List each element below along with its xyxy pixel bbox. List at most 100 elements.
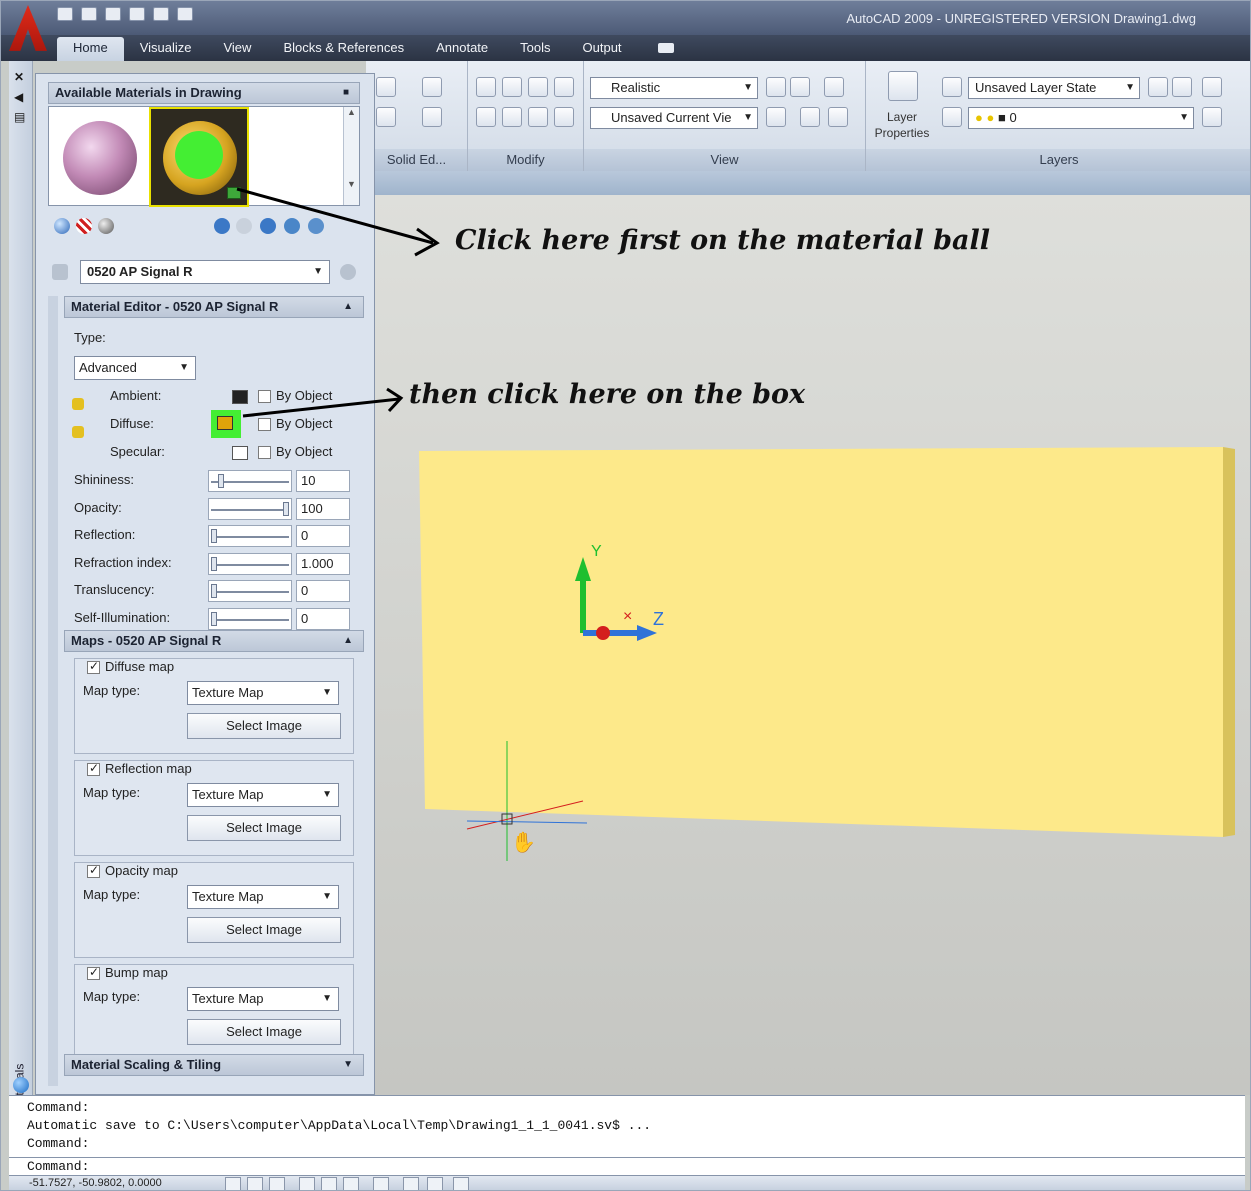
- union-icon[interactable]: [376, 77, 396, 97]
- slider-knob[interactable]: [218, 474, 225, 488]
- map-enable-checkbox[interactable]: [87, 761, 100, 776]
- layer-off-icon[interactable]: [1202, 77, 1222, 97]
- map-type-select[interactable]: Texture Map ▼: [187, 783, 339, 807]
- tab-annotate[interactable]: Annotate: [420, 37, 504, 61]
- property-value-input[interactable]: 1.000: [296, 552, 350, 575]
- map-type-select[interactable]: Texture Map ▼: [187, 885, 339, 909]
- polar-tracking-button[interactable]: [299, 1177, 315, 1190]
- view-select[interactable]: Unsaved Current Vie ▼: [590, 107, 758, 129]
- available-materials-header[interactable]: Available Materials in Drawing ■: [48, 82, 360, 104]
- undo-icon[interactable]: [153, 7, 169, 21]
- lock-diffuse-specular-icon[interactable]: [72, 426, 84, 438]
- steering-wheel-icon[interactable]: [790, 77, 810, 97]
- quick-properties-button[interactable]: [453, 1177, 469, 1190]
- close-icon[interactable]: ✕: [14, 71, 27, 83]
- tab-tools[interactable]: Tools: [504, 37, 566, 61]
- lock-ambient-diffuse-icon[interactable]: [72, 398, 84, 410]
- map-type-select[interactable]: Texture Map ▼: [187, 987, 339, 1011]
- drawing-viewport[interactable]: [366, 195, 1250, 1095]
- swatch-scrollbar[interactable]: ▲ ▼: [343, 107, 359, 205]
- property-value-input[interactable]: 0: [296, 607, 350, 630]
- ribbon-minimize-icon[interactable]: [657, 43, 674, 53]
- select-image-button[interactable]: Select Image: [187, 713, 341, 739]
- layer-match-icon[interactable]: [1202, 107, 1222, 127]
- redo-icon[interactable]: [177, 7, 193, 21]
- select-image-button[interactable]: Select Image: [187, 1019, 341, 1045]
- select-image-button[interactable]: Select Image: [187, 917, 341, 943]
- layer-select[interactable]: ● ● ■ 0 ▼: [968, 107, 1194, 129]
- current-material-select[interactable]: 0520 AP Signal R ▼: [80, 260, 330, 284]
- diffuse-color-box[interactable]: [217, 416, 233, 430]
- properties-icon[interactable]: ▤: [14, 111, 27, 123]
- apply-material-icon[interactable]: [260, 218, 276, 234]
- map-type-select[interactable]: Texture Map ▼: [187, 681, 339, 705]
- select-objects-icon[interactable]: [284, 218, 300, 234]
- purge-icon[interactable]: [236, 218, 252, 234]
- save-icon[interactable]: [105, 7, 121, 21]
- create-material-icon[interactable]: [214, 218, 230, 234]
- material-swatch-2[interactable]: [149, 107, 249, 207]
- move-icon[interactable]: [476, 77, 496, 97]
- palette-scrollbar[interactable]: [48, 296, 58, 1086]
- material-ball-1[interactable]: [63, 121, 137, 195]
- property-slider[interactable]: [208, 607, 292, 630]
- panel-title-view[interactable]: View: [584, 149, 865, 171]
- panel-title-solid-editing[interactable]: Solid Ed...: [366, 149, 467, 171]
- dynamic-ucs-button[interactable]: [373, 1177, 389, 1190]
- pan-icon[interactable]: [824, 77, 844, 97]
- swatch-geometry-icon[interactable]: [98, 218, 114, 234]
- checker-background-icon[interactable]: [76, 218, 92, 234]
- tab-blocks-references[interactable]: Blocks & References: [267, 37, 420, 61]
- slider-knob[interactable]: [283, 501, 289, 516]
- slider-knob[interactable]: [211, 611, 217, 626]
- property-slider[interactable]: [208, 552, 292, 575]
- slider-knob[interactable]: [211, 584, 217, 598]
- tab-view[interactable]: View: [207, 37, 267, 61]
- remove-material-icon[interactable]: [308, 218, 324, 234]
- ambient-color-box[interactable]: [232, 390, 248, 404]
- dynamic-input-button[interactable]: [403, 1177, 419, 1190]
- property-slider[interactable]: [208, 580, 292, 602]
- property-slider[interactable]: [208, 525, 292, 547]
- ortho-mode-button[interactable]: [269, 1177, 285, 1190]
- new-file-icon[interactable]: [57, 7, 73, 21]
- object-snap-button[interactable]: [321, 1177, 337, 1190]
- tab-output[interactable]: Output: [567, 37, 638, 61]
- panel-title-layers[interactable]: Layers: [866, 149, 1250, 171]
- scroll-up-icon[interactable]: ▲: [344, 107, 359, 117]
- specular-color-box[interactable]: [232, 446, 248, 460]
- navigation-cube-icon[interactable]: [766, 77, 786, 97]
- object-snap-tracking-button[interactable]: [343, 1177, 359, 1190]
- slider-knob[interactable]: [211, 529, 217, 543]
- offset-icon[interactable]: [502, 107, 522, 127]
- property-value-input[interactable]: 10: [296, 470, 350, 492]
- expand-icon[interactable]: ▼: [343, 1055, 353, 1075]
- copy-icon[interactable]: [528, 77, 548, 97]
- lineweight-button[interactable]: [427, 1177, 443, 1190]
- material-ball-2[interactable]: [163, 121, 237, 195]
- select-image-button[interactable]: Select Image: [187, 815, 341, 841]
- snap-mode-button[interactable]: [225, 1177, 241, 1190]
- grid-display-button[interactable]: [247, 1177, 263, 1190]
- ambient-by-object-checkbox[interactable]: [258, 390, 271, 403]
- 3d-rotate-icon[interactable]: [502, 77, 522, 97]
- layer-unisolate-icon[interactable]: [1172, 77, 1192, 97]
- separate-icon[interactable]: [376, 107, 396, 127]
- named-views-icon[interactable]: [828, 107, 848, 127]
- fillet-icon[interactable]: [554, 77, 574, 97]
- diffuse-by-object-checkbox[interactable]: [258, 418, 271, 431]
- apply-to-objects-icon[interactable]: [227, 187, 241, 199]
- property-slider[interactable]: [208, 470, 292, 492]
- zoom-icon[interactable]: [766, 107, 786, 127]
- print-icon[interactable]: [129, 7, 145, 21]
- visual-style-select[interactable]: Realistic ▼: [590, 77, 758, 99]
- map-enable-checkbox[interactable]: [87, 659, 100, 674]
- toggle-view-icon[interactable]: ■: [343, 83, 349, 103]
- property-slider[interactable]: [208, 497, 292, 520]
- property-value-input[interactable]: 0: [296, 525, 350, 547]
- material-swatch-1[interactable]: [51, 109, 147, 205]
- property-value-input[interactable]: 0: [296, 580, 350, 602]
- map-enable-checkbox[interactable]: [87, 965, 100, 980]
- orbit-icon[interactable]: [800, 107, 820, 127]
- layer-properties-label[interactable]: Layer Properties: [870, 109, 934, 141]
